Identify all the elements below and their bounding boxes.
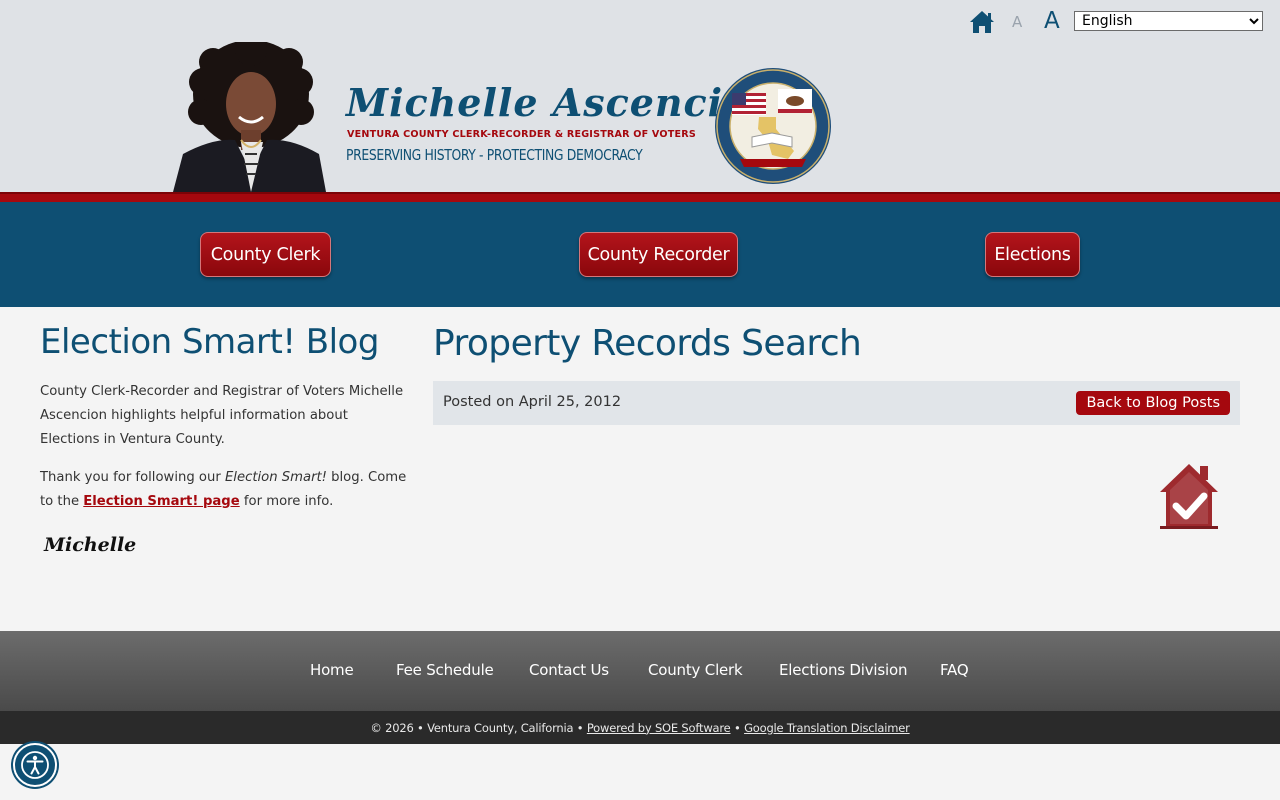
county-seal-icon	[715, 68, 831, 184]
portrait-image	[173, 42, 326, 192]
brand-tagline: PRESERVING HISTORY - PROTECTING DEMOCRAC…	[346, 146, 643, 164]
sidebar-thanks: Thank you for following our Election Sma…	[40, 466, 410, 514]
nav-county-clerk[interactable]: County Clerk	[200, 232, 331, 277]
footer-link-county-clerk[interactable]: County Clerk	[648, 661, 743, 679]
sidebar-intro: County Clerk-Recorder and Registrar of V…	[40, 384, 404, 447]
thanks-emphasis: Election Smart!	[224, 470, 327, 485]
copyright-bar: © 2026 • Ventura County, California • Po…	[0, 711, 1280, 744]
thanks-text-1: Thank you for following our	[40, 470, 225, 485]
powered-by-link[interactable]: Powered by SOE Software	[587, 721, 731, 735]
nav-elections[interactable]: Elections	[985, 232, 1080, 277]
translation-disclaimer-link[interactable]: Google Translation Disclaimer	[744, 721, 910, 735]
copyright-text: © 2026 • Ventura County, California •	[370, 720, 584, 735]
nav-county-recorder[interactable]: County Recorder	[579, 232, 738, 277]
footer-link-home[interactable]: Home	[310, 661, 354, 679]
footer-link-contact-us[interactable]: Contact Us	[529, 661, 609, 679]
copyright-separator: •	[734, 720, 741, 735]
brand-subtitle: VENTURA COUNTY CLERK-RECORDER & REGISTRA…	[347, 129, 696, 140]
footer	[0, 631, 1280, 711]
election-smart-link[interactable]: Election Smart! page	[83, 494, 239, 509]
language-select[interactable]: English	[1074, 11, 1263, 31]
font-increase-button[interactable]: A	[1044, 8, 1060, 34]
accessibility-icon	[21, 751, 49, 779]
thanks-text-3: for more info.	[239, 494, 334, 509]
home-icon[interactable]	[968, 9, 996, 35]
house-check-icon	[1160, 464, 1218, 529]
footer-link-fee-schedule[interactable]: Fee Schedule	[396, 661, 494, 679]
accessibility-button[interactable]	[13, 743, 57, 787]
header-red-stripe	[0, 192, 1280, 202]
post-meta-bar: Posted on April 25, 2012 Back to Blog Po…	[433, 381, 1240, 425]
post-date: Posted on April 25, 2012	[443, 394, 622, 410]
sidebar-title: Election Smart! Blog	[40, 322, 379, 362]
footer-link-faq[interactable]: FAQ	[940, 661, 969, 679]
back-to-blog-button[interactable]: Back to Blog Posts	[1076, 391, 1230, 415]
post-title: Property Records Search	[433, 323, 862, 364]
footer-link-elections-division[interactable]: Elections Division	[779, 661, 907, 679]
signature: Michelle	[44, 534, 137, 556]
font-decrease-button[interactable]: A	[1012, 13, 1022, 31]
